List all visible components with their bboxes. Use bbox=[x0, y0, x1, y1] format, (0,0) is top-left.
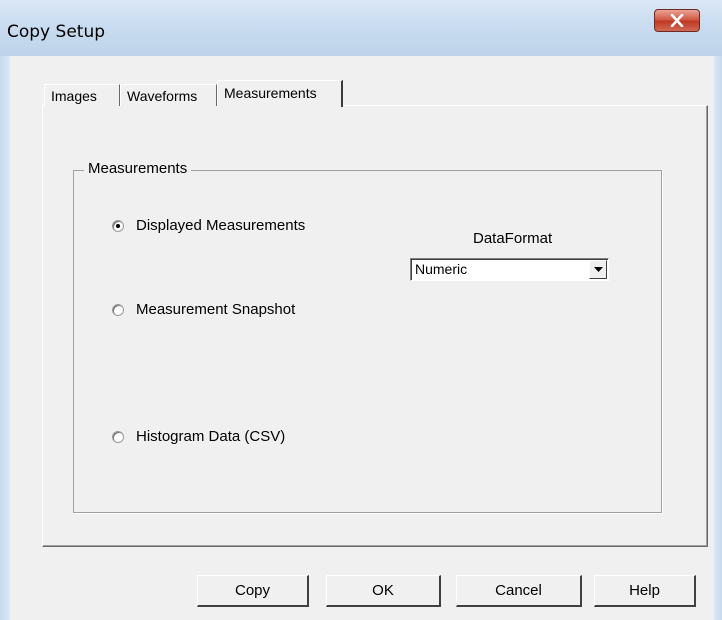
window-frame-left bbox=[0, 56, 10, 620]
ok-button[interactable]: OK bbox=[326, 575, 441, 607]
radio-button[interactable] bbox=[112, 303, 124, 316]
dataformat-select[interactable]: Numeric bbox=[410, 258, 609, 281]
dialog-client-area: Images Waveforms Measurements Measuremen… bbox=[10, 56, 714, 620]
groupbox-title: Measurements bbox=[84, 160, 192, 177]
tab-images[interactable]: Images bbox=[44, 84, 120, 106]
dropdown-button[interactable] bbox=[589, 260, 607, 279]
dataformat-label: DataFormat bbox=[473, 230, 553, 247]
close-button[interactable] bbox=[654, 9, 700, 32]
cancel-button[interactable]: Cancel bbox=[456, 575, 582, 607]
radio-button[interactable] bbox=[112, 430, 124, 443]
tab-measurements[interactable]: Measurements bbox=[217, 80, 343, 107]
chevron-down-icon bbox=[594, 267, 603, 272]
radio-histogram-data[interactable]: Histogram Data (CSV) bbox=[112, 428, 285, 445]
window-frame-right bbox=[714, 56, 722, 620]
radio-label: Histogram Data (CSV) bbox=[136, 428, 286, 445]
window-title: Copy Setup bbox=[7, 22, 106, 42]
radio-button-checked[interactable] bbox=[112, 219, 124, 232]
radio-label: Measurement Snapshot bbox=[136, 301, 296, 318]
radio-measurement-snapshot[interactable]: Measurement Snapshot bbox=[112, 301, 295, 318]
radio-label: Displayed Measurements bbox=[136, 217, 306, 234]
copy-button[interactable]: Copy bbox=[197, 575, 309, 607]
radio-displayed-measurements[interactable]: Displayed Measurements bbox=[112, 217, 305, 234]
tab-waveforms[interactable]: Waveforms bbox=[120, 84, 217, 106]
close-icon bbox=[670, 14, 684, 27]
dataformat-value: Numeric bbox=[415, 261, 468, 277]
title-bar[interactable]: Copy Setup bbox=[0, 0, 722, 56]
help-button[interactable]: Help bbox=[594, 575, 696, 607]
copy-setup-dialog: Copy Setup Images Waveforms Measurements… bbox=[0, 0, 722, 620]
